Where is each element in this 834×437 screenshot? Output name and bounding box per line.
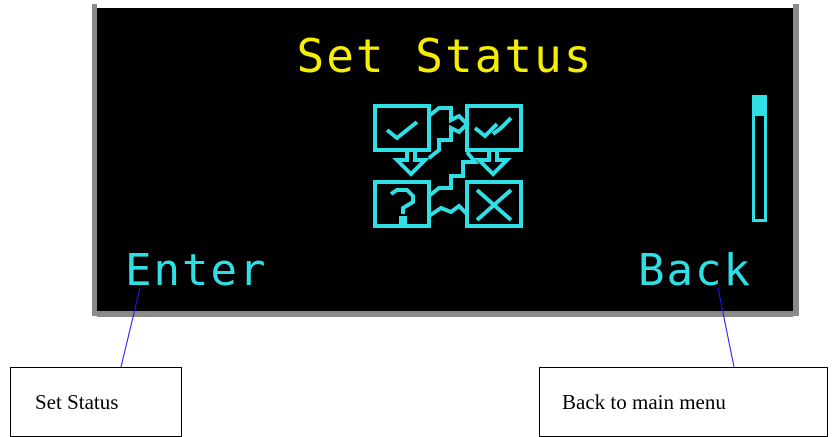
callout-back-to-main-menu: Back to main menu: [539, 367, 828, 437]
callout-leader-left: [120, 287, 141, 368]
callout-set-status: Set Status: [10, 367, 182, 437]
callout-leader-right: [717, 287, 735, 368]
